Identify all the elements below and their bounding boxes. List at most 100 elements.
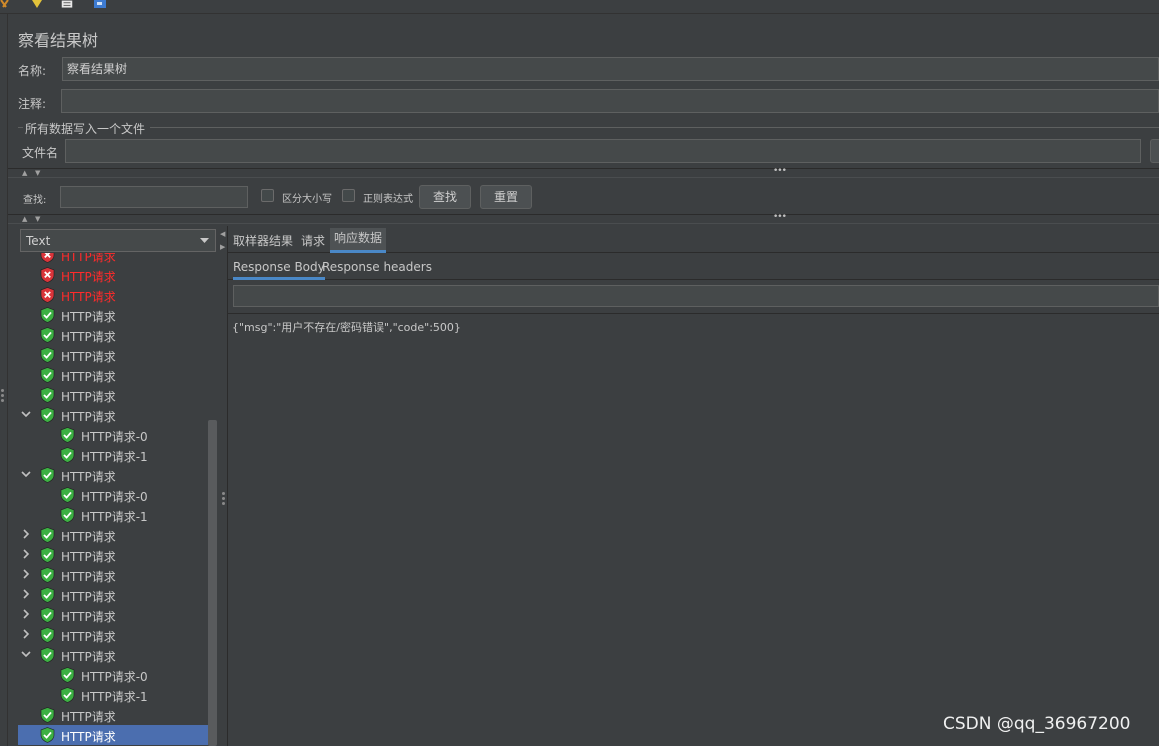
tree-item[interactable]: HTTP请求 bbox=[18, 645, 208, 665]
tree-item[interactable]: HTTP请求 bbox=[18, 253, 208, 265]
page-title: 察看结果树 bbox=[18, 31, 99, 50]
tree-item-label: HTTP请求-1 bbox=[81, 510, 148, 524]
success-shield-icon bbox=[60, 427, 75, 443]
case-sensitive-label: 区分大小写 bbox=[282, 194, 332, 205]
tree-item-label: HTTP请求 bbox=[61, 470, 116, 484]
name-label: 名称: bbox=[18, 64, 47, 78]
renderer-select[interactable]: Text bbox=[20, 229, 216, 252]
tree-item[interactable]: HTTP请求 bbox=[18, 345, 208, 365]
filename-field[interactable] bbox=[65, 139, 1141, 163]
panel-icon[interactable] bbox=[93, 0, 107, 9]
response-search-field[interactable] bbox=[233, 285, 1159, 307]
response-separator bbox=[228, 313, 1159, 314]
result-tree[interactable]: HTTP请求 HTTP请求 HTTP请求 HTTP请求 HTTP请求 HTTP请求 HTTP… bbox=[18, 253, 210, 746]
scissors-icon[interactable] bbox=[0, 0, 14, 9]
expand-down-icon-2[interactable]: ▼ bbox=[35, 215, 40, 223]
drag-handle-icon[interactable]: ••• bbox=[773, 166, 787, 176]
tree-item[interactable]: HTTP请求 bbox=[18, 325, 208, 345]
split-divider-bottom[interactable]: ▲ ▼ ••• bbox=[8, 212, 1159, 224]
tree-item-label: HTTP请求 bbox=[61, 570, 116, 584]
expand-up-icon-2[interactable]: ▲ bbox=[22, 215, 27, 223]
chevron-right-icon[interactable] bbox=[21, 549, 31, 559]
chevron-down-icon[interactable] bbox=[21, 469, 31, 479]
tree-child-item[interactable]: HTTP请求-1 bbox=[18, 685, 208, 705]
split-divider-top[interactable]: ▲ ▼ ••• bbox=[8, 166, 1159, 178]
tree-item[interactable]: HTTP请求 bbox=[18, 365, 208, 385]
case-sensitive-checkbox[interactable] bbox=[261, 189, 274, 202]
tree-item[interactable]: HTTP请求 bbox=[18, 625, 208, 645]
success-shield-icon bbox=[40, 647, 55, 663]
tab-request[interactable]: 请求 bbox=[301, 232, 325, 249]
collapse-right-icon[interactable]: ▶ bbox=[220, 243, 225, 251]
vertical-splitter[interactable]: ◀ ▶ bbox=[219, 226, 227, 746]
search-input[interactable] bbox=[60, 186, 248, 208]
list-icon[interactable] bbox=[60, 0, 74, 9]
chevron-right-icon[interactable] bbox=[21, 569, 31, 579]
expand-up-icon[interactable]: ▲ bbox=[22, 169, 27, 177]
tree-item[interactable]: HTTP请求 bbox=[18, 405, 208, 425]
expand-down-icon[interactable]: ▼ bbox=[35, 169, 40, 177]
tree-child-item[interactable]: HTTP请求-0 bbox=[18, 485, 208, 505]
tree-child-item[interactable]: HTTP请求-0 bbox=[18, 425, 208, 445]
success-shield-icon bbox=[40, 587, 55, 603]
success-shield-icon bbox=[40, 307, 55, 323]
subtab-response-body[interactable]: Response Body bbox=[233, 260, 325, 280]
tree-item[interactable]: HTTP请求 bbox=[18, 305, 208, 325]
name-field[interactable]: 察看结果树 bbox=[62, 57, 1159, 81]
watermark: CSDN @qq_36967200 bbox=[943, 714, 1131, 734]
tree-item-label: HTTP请求 bbox=[61, 650, 116, 664]
tree-item[interactable]: HTTP请求 bbox=[18, 265, 208, 285]
drag-handle-icon-2[interactable]: ••• bbox=[773, 212, 787, 222]
chevron-right-icon[interactable] bbox=[21, 529, 31, 539]
tree-item-label: HTTP请求 bbox=[61, 590, 116, 604]
tree-item-label: HTTP请求 bbox=[61, 290, 116, 304]
tree-item[interactable]: HTTP请求 bbox=[18, 385, 208, 405]
browse-button[interactable] bbox=[1150, 139, 1159, 163]
tab-response-data[interactable]: 响应数据 bbox=[330, 228, 387, 253]
reset-button[interactable]: 重置 bbox=[480, 185, 532, 209]
tree-item[interactable]: HTTP请求 bbox=[18, 545, 208, 565]
tree-item-label: HTTP请求 bbox=[61, 710, 116, 724]
response-body-text[interactable]: {"msg":"用户不存在/密码错误","code":500} bbox=[232, 319, 461, 335]
file-group-label: 所有数据写入一个文件 bbox=[25, 122, 146, 136]
tree-item-label: HTTP请求 bbox=[61, 330, 116, 344]
tree-scrollbar[interactable] bbox=[208, 420, 217, 746]
success-shield-icon bbox=[40, 727, 55, 743]
tree-item[interactable]: HTTP请求 bbox=[18, 565, 208, 585]
result-tabs: 取样器结果 请求 响应数据 bbox=[228, 226, 1159, 253]
tree-child-item[interactable]: HTTP请求-0 bbox=[18, 665, 208, 685]
tree-child-item[interactable]: HTTP请求-1 bbox=[18, 445, 208, 465]
tree-item[interactable]: HTTP请求 bbox=[18, 725, 208, 745]
tag-icon[interactable] bbox=[30, 0, 44, 9]
tree-item[interactable]: HTTP请求 bbox=[18, 525, 208, 545]
chevron-right-icon[interactable] bbox=[21, 589, 31, 599]
tree-item[interactable]: HTTP请求 bbox=[18, 285, 208, 305]
tree-item-label: HTTP请求-0 bbox=[81, 670, 148, 684]
success-shield-icon bbox=[40, 367, 55, 383]
comment-field[interactable] bbox=[61, 89, 1159, 113]
regex-checkbox[interactable] bbox=[342, 189, 355, 202]
tree-item[interactable]: HTTP请求 bbox=[18, 465, 208, 485]
tab-sampler-result[interactable]: 取样器结果 bbox=[233, 232, 293, 249]
tree-item-label: HTTP请求 bbox=[61, 610, 116, 624]
success-shield-icon bbox=[40, 707, 55, 723]
tree-item[interactable]: HTTP请求 bbox=[18, 585, 208, 605]
find-button[interactable]: 查找 bbox=[419, 185, 471, 209]
success-shield-icon bbox=[40, 607, 55, 623]
chevron-right-icon[interactable] bbox=[21, 609, 31, 619]
success-shield-icon bbox=[60, 667, 75, 683]
left-collapse-strip[interactable] bbox=[0, 14, 8, 746]
chevron-down-icon bbox=[200, 238, 209, 243]
success-shield-icon bbox=[40, 467, 55, 483]
success-shield-icon bbox=[40, 347, 55, 363]
chevron-right-icon[interactable] bbox=[21, 629, 31, 639]
tree-item[interactable]: HTTP请求 bbox=[18, 705, 208, 725]
subtab-response-headers[interactable]: Response headers bbox=[322, 260, 432, 274]
tree-item-label: HTTP请求-1 bbox=[81, 450, 148, 464]
collapse-left-icon[interactable]: ◀ bbox=[220, 230, 225, 238]
tree-item[interactable]: HTTP请求 bbox=[18, 605, 208, 625]
chevron-down-icon[interactable] bbox=[21, 409, 31, 419]
tree-child-item[interactable]: HTTP请求-1 bbox=[18, 505, 208, 525]
success-shield-icon bbox=[40, 387, 55, 403]
chevron-down-icon[interactable] bbox=[21, 649, 31, 659]
